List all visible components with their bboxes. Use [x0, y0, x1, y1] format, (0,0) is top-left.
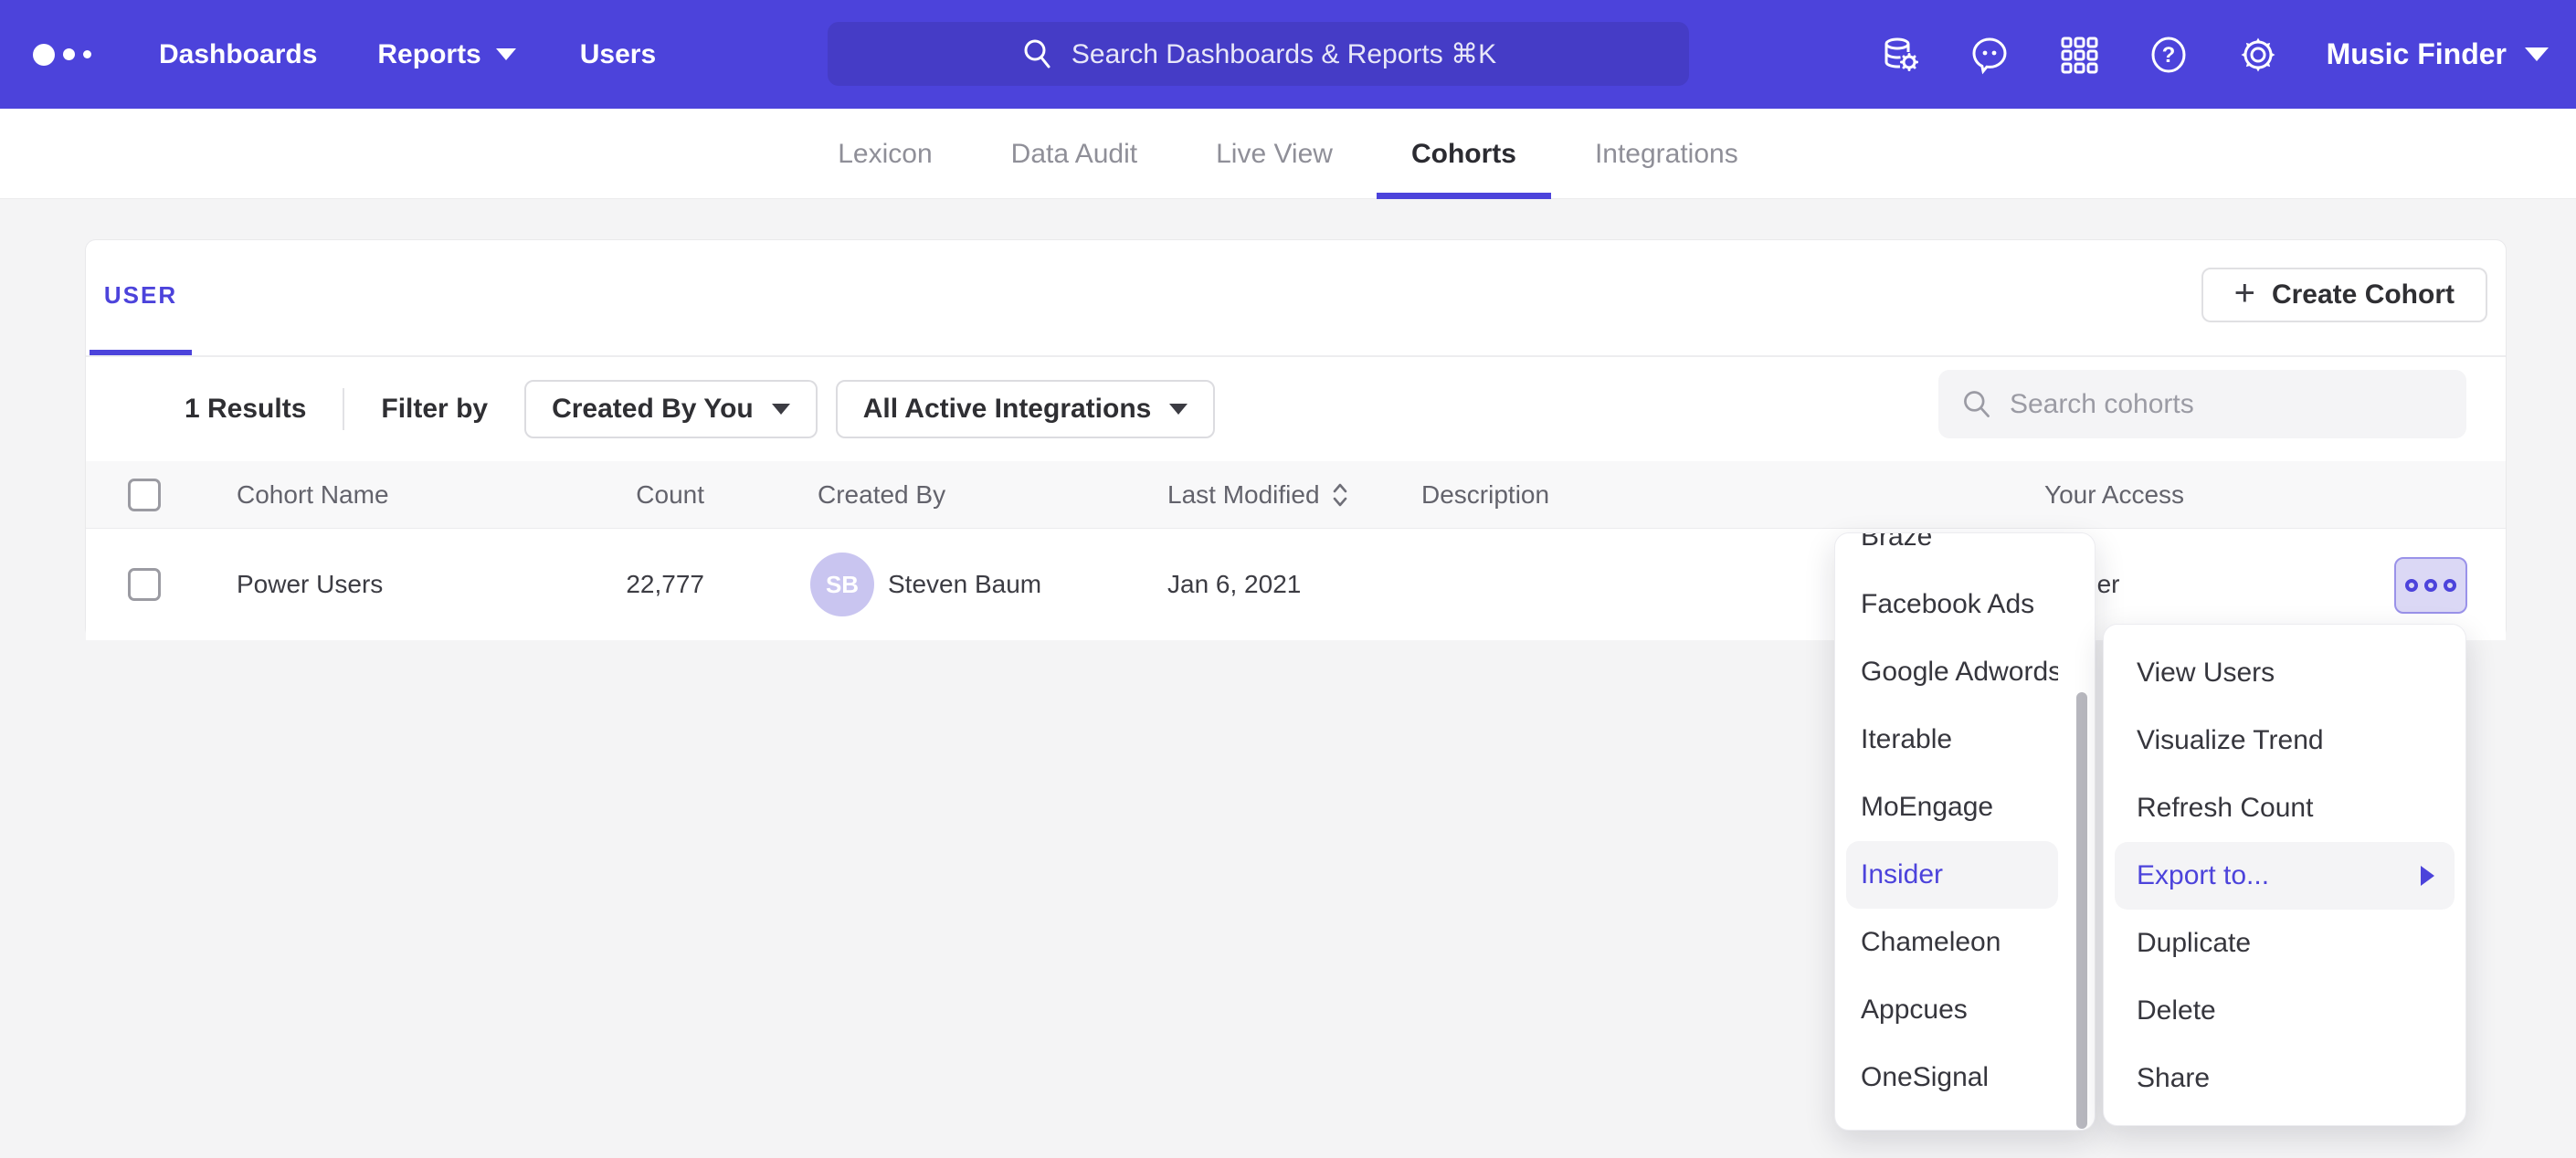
- row-actions-list: View Users Visualize Trend Refresh Count…: [2104, 639, 2465, 1112]
- cohort-search-input[interactable]: [2010, 389, 2444, 420]
- project-switcher[interactable]: Music Finder: [2327, 37, 2549, 71]
- tab-lexicon[interactable]: Lexicon: [803, 109, 966, 199]
- dot-icon: [2444, 579, 2456, 592]
- tab-user-cohorts[interactable]: USER: [90, 240, 192, 355]
- plus-icon: +: [2234, 275, 2255, 311]
- menu-scrollbar[interactable]: [2076, 692, 2087, 1129]
- create-cohort-button[interactable]: + Create Cohort: [2201, 268, 2487, 322]
- select-all-checkbox[interactable]: [128, 479, 161, 511]
- nav-item-dashboards[interactable]: Dashboards: [159, 39, 317, 70]
- menu-item-visualize-trend[interactable]: Visualize Trend: [2115, 707, 2455, 774]
- avatar: SB: [810, 553, 874, 616]
- last-modified-date: Jan 6, 2021: [1167, 570, 1301, 599]
- tab-cohorts[interactable]: Cohorts: [1377, 109, 1551, 199]
- chevron-down-icon: [772, 404, 790, 415]
- cohort-search-box: [1938, 370, 2466, 438]
- menu-item-google-adwords[interactable]: Google Adwords: [1846, 638, 2058, 706]
- filter-row: 1 Results Filter by Created By You All A…: [86, 357, 2506, 461]
- tab-data-audit[interactable]: Data Audit: [977, 109, 1172, 199]
- cohort-name-link[interactable]: Power Users: [237, 570, 383, 599]
- mixpanel-logo-icon[interactable]: [33, 44, 91, 66]
- created-by-name: Steven Baum: [888, 570, 1041, 599]
- divider: [343, 388, 344, 430]
- col-created-by: Created By: [818, 480, 945, 510]
- menu-item-chameleon[interactable]: Chameleon: [1846, 909, 2058, 976]
- feedback-icon[interactable]: [1969, 34, 2011, 76]
- chevron-down-icon: [2525, 47, 2549, 61]
- menu-item-refresh-count[interactable]: Refresh Count: [2115, 774, 2455, 842]
- cohorts-card: USER + Create Cohort 1 Results Filter by…: [85, 239, 2507, 639]
- cohort-count: 22,777: [506, 570, 704, 599]
- nav-item-reports[interactable]: Reports: [377, 39, 515, 70]
- apps-grid-icon[interactable]: [2058, 34, 2100, 76]
- menu-item-insider[interactable]: Insider: [1846, 841, 2058, 909]
- tab-integrations[interactable]: Integrations: [1560, 109, 1773, 199]
- menu-item-duplicate[interactable]: Duplicate: [2115, 910, 2455, 977]
- submenu-arrow-icon: [2421, 866, 2434, 886]
- row-actions-menu: View Users Visualize Trend Refresh Count…: [2103, 624, 2466, 1126]
- menu-item-braze[interactable]: Braze: [1846, 532, 2058, 571]
- top-navbar: Dashboards Reports Users Search Dashboar…: [0, 0, 2576, 109]
- results-count: 1 Results: [185, 394, 306, 425]
- global-search-input[interactable]: Search Dashboards & Reports ⌘K: [828, 22, 1689, 86]
- menu-item-iterable[interactable]: Iterable: [1846, 706, 2058, 774]
- filter-created-by[interactable]: Created By You: [524, 380, 818, 438]
- svg-text:?: ?: [2161, 43, 2175, 68]
- nav-item-users[interactable]: Users: [580, 39, 656, 70]
- col-your-access: Your Access: [2044, 480, 2184, 510]
- col-last-modified[interactable]: Last Modified: [1167, 480, 1349, 510]
- global-search-placeholder: Search Dashboards & Reports ⌘K: [1072, 38, 1496, 70]
- menu-item-facebook-ads[interactable]: Facebook Ads: [1846, 571, 2058, 638]
- chevron-down-icon: [496, 48, 516, 60]
- col-description: Description: [1421, 480, 1549, 510]
- col-cohort-name: Cohort Name: [237, 480, 389, 510]
- dot-icon: [2405, 579, 2418, 592]
- menu-item-share[interactable]: Share: [2115, 1045, 2455, 1112]
- export-destinations-menu: Braze Facebook Ads Google Adwords Iterab…: [1834, 532, 2096, 1131]
- menu-item-export-to[interactable]: Export to...: [2115, 842, 2455, 910]
- project-name: Music Finder: [2327, 37, 2507, 71]
- settings-gear-icon[interactable]: [2237, 34, 2279, 76]
- navbar-right-group: ? Music Finder: [1879, 0, 2549, 109]
- section-tabs: Lexicon Data Audit Live View Cohorts Int…: [0, 109, 2576, 199]
- menu-item-onesignal[interactable]: OneSignal: [1846, 1044, 2058, 1111]
- menu-item-moengage[interactable]: MoEngage: [1846, 774, 2058, 841]
- sort-icon: [1331, 480, 1349, 510]
- row-more-actions-button[interactable]: [2394, 557, 2467, 614]
- dot-icon: [2424, 579, 2437, 592]
- filter-by-label: Filter by: [381, 394, 488, 425]
- menu-item-delete[interactable]: Delete: [2115, 977, 2455, 1045]
- table-header: Cohort Name Count Created By Last Modifi…: [86, 461, 2506, 529]
- row-checkbox[interactable]: [128, 568, 161, 601]
- search-icon: [1020, 37, 1055, 71]
- chevron-down-icon: [1169, 404, 1188, 415]
- export-destinations-list: Braze Facebook Ads Google Adwords Iterab…: [1835, 532, 2095, 1111]
- filter-integrations[interactable]: All Active Integrations: [836, 380, 1216, 438]
- cohort-type-tabbar: USER + Create Cohort: [86, 240, 2506, 357]
- menu-item-appcues[interactable]: Appcues: [1846, 976, 2058, 1044]
- tab-live-view[interactable]: Live View: [1181, 109, 1367, 199]
- search-icon: [1960, 386, 1993, 423]
- help-icon[interactable]: ?: [2148, 34, 2190, 76]
- data-management-icon[interactable]: [1879, 34, 1921, 76]
- col-count: Count: [506, 480, 704, 510]
- menu-item-view-users[interactable]: View Users: [2115, 639, 2455, 707]
